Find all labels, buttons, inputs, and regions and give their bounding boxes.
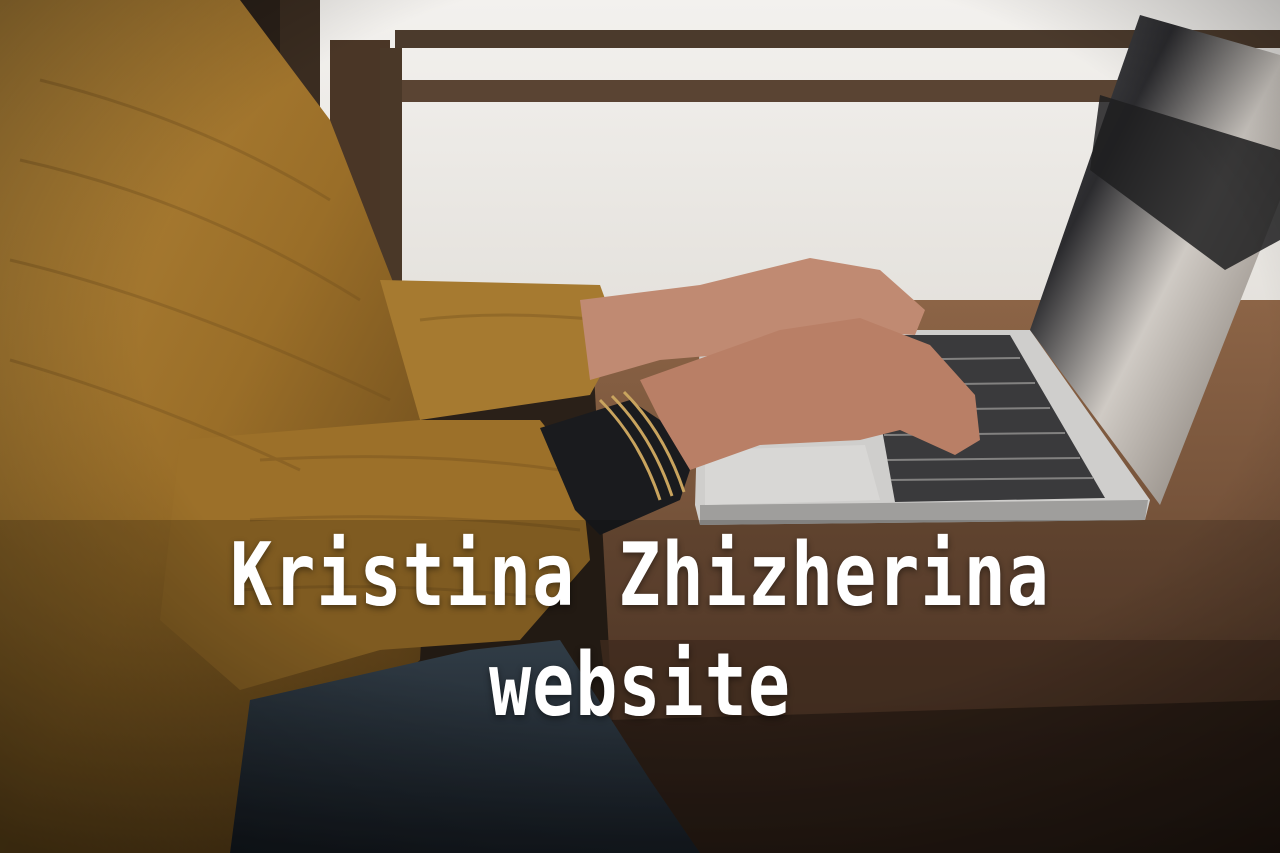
hero-title: Kristina Zhizherina website (0, 520, 1280, 740)
hero-photo: Kristina Zhizherina website (0, 0, 1280, 853)
hero-title-line-2: website (488, 633, 791, 737)
